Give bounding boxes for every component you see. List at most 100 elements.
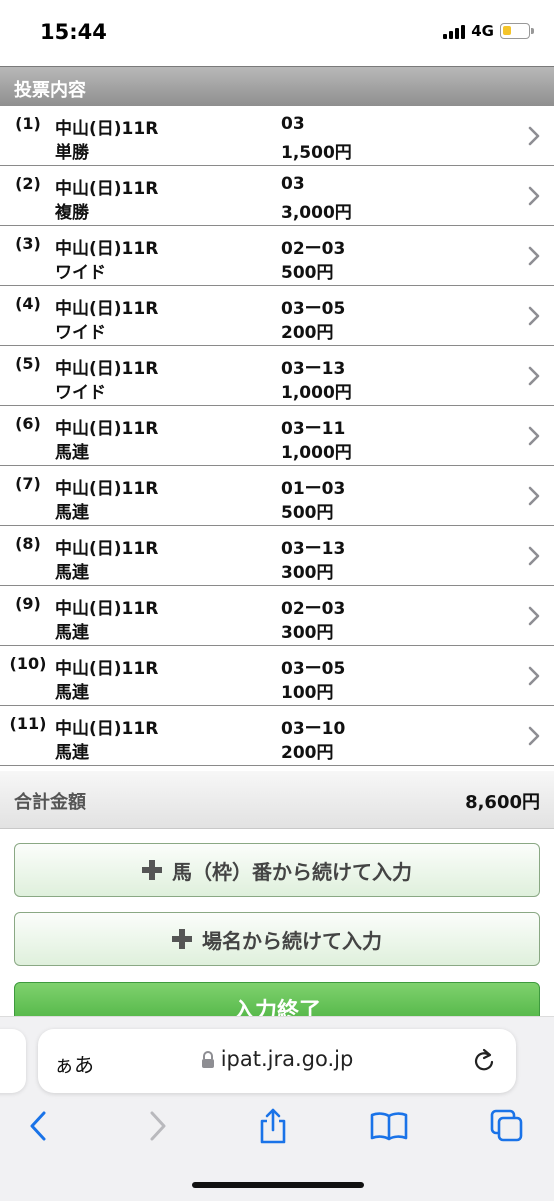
status-indicators: 4G [443,22,534,40]
section-title: 投票内容 [14,80,86,101]
bookmarks-icon [370,1112,408,1141]
bet-row[interactable]: (9) 中山(日)11R 馬連 02ー03 300円 [0,586,554,646]
share-button[interactable] [253,1106,293,1146]
chevron-right-icon [528,126,540,146]
bet-venue: 中山(日)11R [55,299,159,319]
bet-venue: 中山(日)11R [55,239,159,259]
bet-type: 複勝 [55,203,89,223]
forward-button[interactable] [138,1106,178,1146]
bet-venue: 中山(日)11R [55,539,159,559]
continue-by-venue-button[interactable]: 場名から続けて入力 [14,912,540,966]
bet-row[interactable]: (2) 中山(日)11R 複勝 03 3,000円 [0,166,554,226]
bet-type: 馬連 [55,743,89,763]
bet-type: ワイド [55,383,106,403]
plus-icon [172,929,192,949]
bet-type: 馬連 [55,623,89,643]
bet-venue: 中山(日)11R [55,479,159,499]
bet-index: (5) [15,354,41,373]
bet-venue: 中山(日)11R [55,719,159,739]
bet-index: (7) [15,474,41,493]
tabs-icon [490,1109,523,1142]
bet-row[interactable]: (11) 中山(日)11R 馬連 03ー10 200円 [0,706,554,766]
total-label: 合計金額 [14,792,86,813]
bet-amount: 500円 [281,503,334,523]
bet-row[interactable]: (10) 中山(日)11R 馬連 03ー05 100円 [0,646,554,706]
bet-combination: 03ー05 [281,299,346,319]
battery-icon [500,23,534,39]
bet-combination: 02ー03 [281,599,346,619]
bet-venue: 中山(日)11R [55,119,159,139]
chevron-right-icon [528,486,540,506]
continue-by-horse-number-label: 馬（枠）番から続けて入力 [172,859,412,884]
bet-venue: 中山(日)11R [55,419,159,439]
chevron-right-icon [528,186,540,206]
bet-index: (8) [15,534,41,553]
bet-type: ワイド [55,323,106,343]
forward-icon [150,1111,166,1141]
bet-amount: 1,000円 [281,443,352,463]
status-time: 15:44 [40,20,107,44]
address-bar[interactable]: ぁあ ipat.jra.go.jp [38,1029,516,1093]
section-header: 投票内容 [0,66,554,106]
bookmarks-button[interactable] [369,1106,409,1146]
bet-type: ワイド [55,263,106,283]
bet-combination: 02ー03 [281,239,346,259]
bet-combination: 03ー13 [281,359,346,379]
reload-icon[interactable] [470,1047,498,1075]
bet-type: 馬連 [55,443,89,463]
total-row: 合計金額 8,600円 [0,771,554,829]
bet-combination: 03ー11 [281,419,346,439]
bet-amount: 1,500円 [281,143,352,163]
bet-index: (1) [15,114,41,133]
chevron-right-icon [528,606,540,626]
bet-row[interactable]: (7) 中山(日)11R 馬連 01ー03 500円 [0,466,554,526]
chevron-right-icon [528,726,540,746]
continue-by-venue-label: 場名から続けて入力 [202,928,382,953]
bet-combination: 03ー05 [281,659,346,679]
bet-row[interactable]: (8) 中山(日)11R 馬連 03ー13 300円 [0,526,554,586]
bet-row[interactable]: (3) 中山(日)11R ワイド 02ー03 500円 [0,226,554,286]
bet-index: (11) [9,714,47,733]
bet-index: (2) [15,174,41,193]
bet-index: (6) [15,414,41,433]
bet-type: 馬連 [55,503,89,523]
bet-venue: 中山(日)11R [55,179,159,199]
battery-level [503,26,511,35]
bet-amount: 3,000円 [281,203,352,223]
bet-amount: 100円 [281,683,334,703]
bet-venue: 中山(日)11R [55,599,159,619]
plus-icon [142,860,162,880]
bet-row[interactable]: (4) 中山(日)11R ワイド 03ー05 200円 [0,286,554,346]
bet-amount: 500円 [281,263,334,283]
bet-row[interactable]: (1) 中山(日)11R 単勝 03 1,500円 [0,106,554,166]
chevron-right-icon [528,546,540,566]
network-type: 4G [471,22,494,40]
bet-amount: 200円 [281,743,334,763]
url-display[interactable]: ipat.jra.go.jp [38,1047,516,1071]
tabs-button[interactable] [487,1106,527,1146]
signal-icon [443,23,466,39]
previous-tab-preview[interactable] [0,1029,26,1093]
back-button[interactable] [18,1106,58,1146]
chevron-right-icon [528,426,540,446]
lock-icon [201,1051,214,1068]
bet-index: (3) [15,234,41,253]
bet-amount: 200円 [281,323,334,343]
bet-row[interactable]: (5) 中山(日)11R ワイド 03ー13 1,000円 [0,346,554,406]
bet-type: 馬連 [55,563,89,583]
share-icon [260,1108,286,1144]
bet-amount: 1,000円 [281,383,352,403]
bet-venue: 中山(日)11R [55,659,159,679]
bet-venue: 中山(日)11R [55,359,159,379]
bet-list: (1) 中山(日)11R 単勝 03 1,500円 (2) 中山(日)11R 複… [0,106,554,766]
chevron-right-icon [528,666,540,686]
bet-combination: 03 [281,174,305,194]
chevron-right-icon [528,246,540,266]
bet-combination: 03ー13 [281,539,346,559]
url-text: ipat.jra.go.jp [220,1047,354,1071]
chevron-right-icon [528,306,540,326]
bet-row[interactable]: (6) 中山(日)11R 馬連 03ー11 1,000円 [0,406,554,466]
continue-by-horse-number-button[interactable]: 馬（枠）番から続けて入力 [14,843,540,897]
bet-index: (10) [9,654,47,673]
status-bar: 15:44 4G [0,0,554,66]
